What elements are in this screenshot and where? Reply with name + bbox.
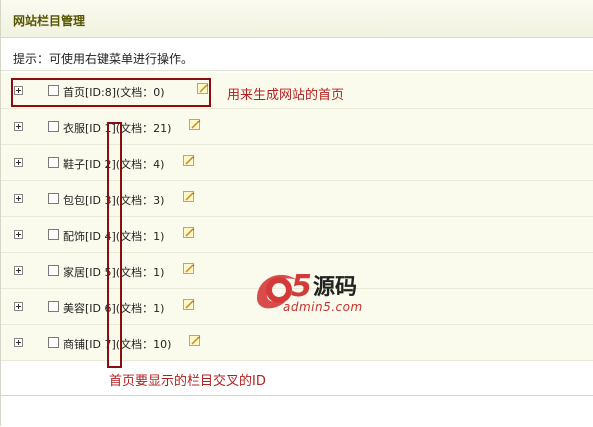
expand-icon[interactable]	[14, 302, 23, 311]
category-row: 鞋子[ID 2](文档：4)	[1, 145, 593, 181]
category-row: 商铺[ID 7](文档：10)	[1, 325, 593, 361]
edit-icon[interactable]	[183, 227, 195, 239]
expand-icon[interactable]	[14, 338, 23, 347]
row-checkbox[interactable]	[48, 157, 59, 168]
edit-icon[interactable]	[183, 299, 195, 311]
watermark-domain: admin5.com	[283, 300, 363, 314]
expand-icon[interactable]	[14, 158, 23, 167]
row-checkbox[interactable]	[48, 229, 59, 240]
edit-icon[interactable]	[183, 155, 195, 167]
row-checkbox[interactable]	[48, 193, 59, 204]
category-row: 包包[ID 3](文档：3)	[1, 181, 593, 217]
expand-icon[interactable]	[14, 230, 23, 239]
edit-icon[interactable]	[183, 191, 195, 203]
edit-icon[interactable]	[189, 335, 201, 347]
page-title: 网站栏目管理	[13, 14, 86, 28]
edit-icon[interactable]	[183, 263, 195, 275]
hint-text: 提示：可使用右键菜单进行操作。	[13, 52, 194, 66]
hint-bar: 提示：可使用右键菜单进行操作。	[1, 38, 593, 71]
category-row: 衣服[ID 1](文档：21)	[1, 109, 593, 145]
page-frame: 网站栏目管理 提示：可使用右键菜单进行操作。 首页[ID:8](文档：0) 衣服…	[0, 0, 593, 427]
row-checkbox[interactable]	[48, 265, 59, 276]
bottom-strip	[1, 395, 593, 427]
row-checkbox[interactable]	[48, 121, 59, 132]
svg-text:源码: 源码	[313, 275, 357, 300]
expand-icon[interactable]	[14, 266, 23, 275]
id-highlight-column	[107, 122, 122, 368]
row-checkbox[interactable]	[48, 301, 59, 312]
category-row: 配饰[ID 4](文档：1)	[1, 217, 593, 253]
id-annotation: 首页要显示的栏目交叉的ID	[109, 374, 266, 389]
title-bar: 网站栏目管理	[1, 0, 593, 38]
row-checkbox[interactable]	[48, 337, 59, 348]
expand-icon[interactable]	[14, 122, 23, 131]
homepage-highlight-box	[11, 78, 211, 107]
svg-text:5: 5	[291, 269, 312, 304]
expand-icon[interactable]	[14, 194, 23, 203]
edit-icon[interactable]	[189, 119, 201, 131]
homepage-annotation: 用来生成网站的首页	[227, 88, 345, 103]
